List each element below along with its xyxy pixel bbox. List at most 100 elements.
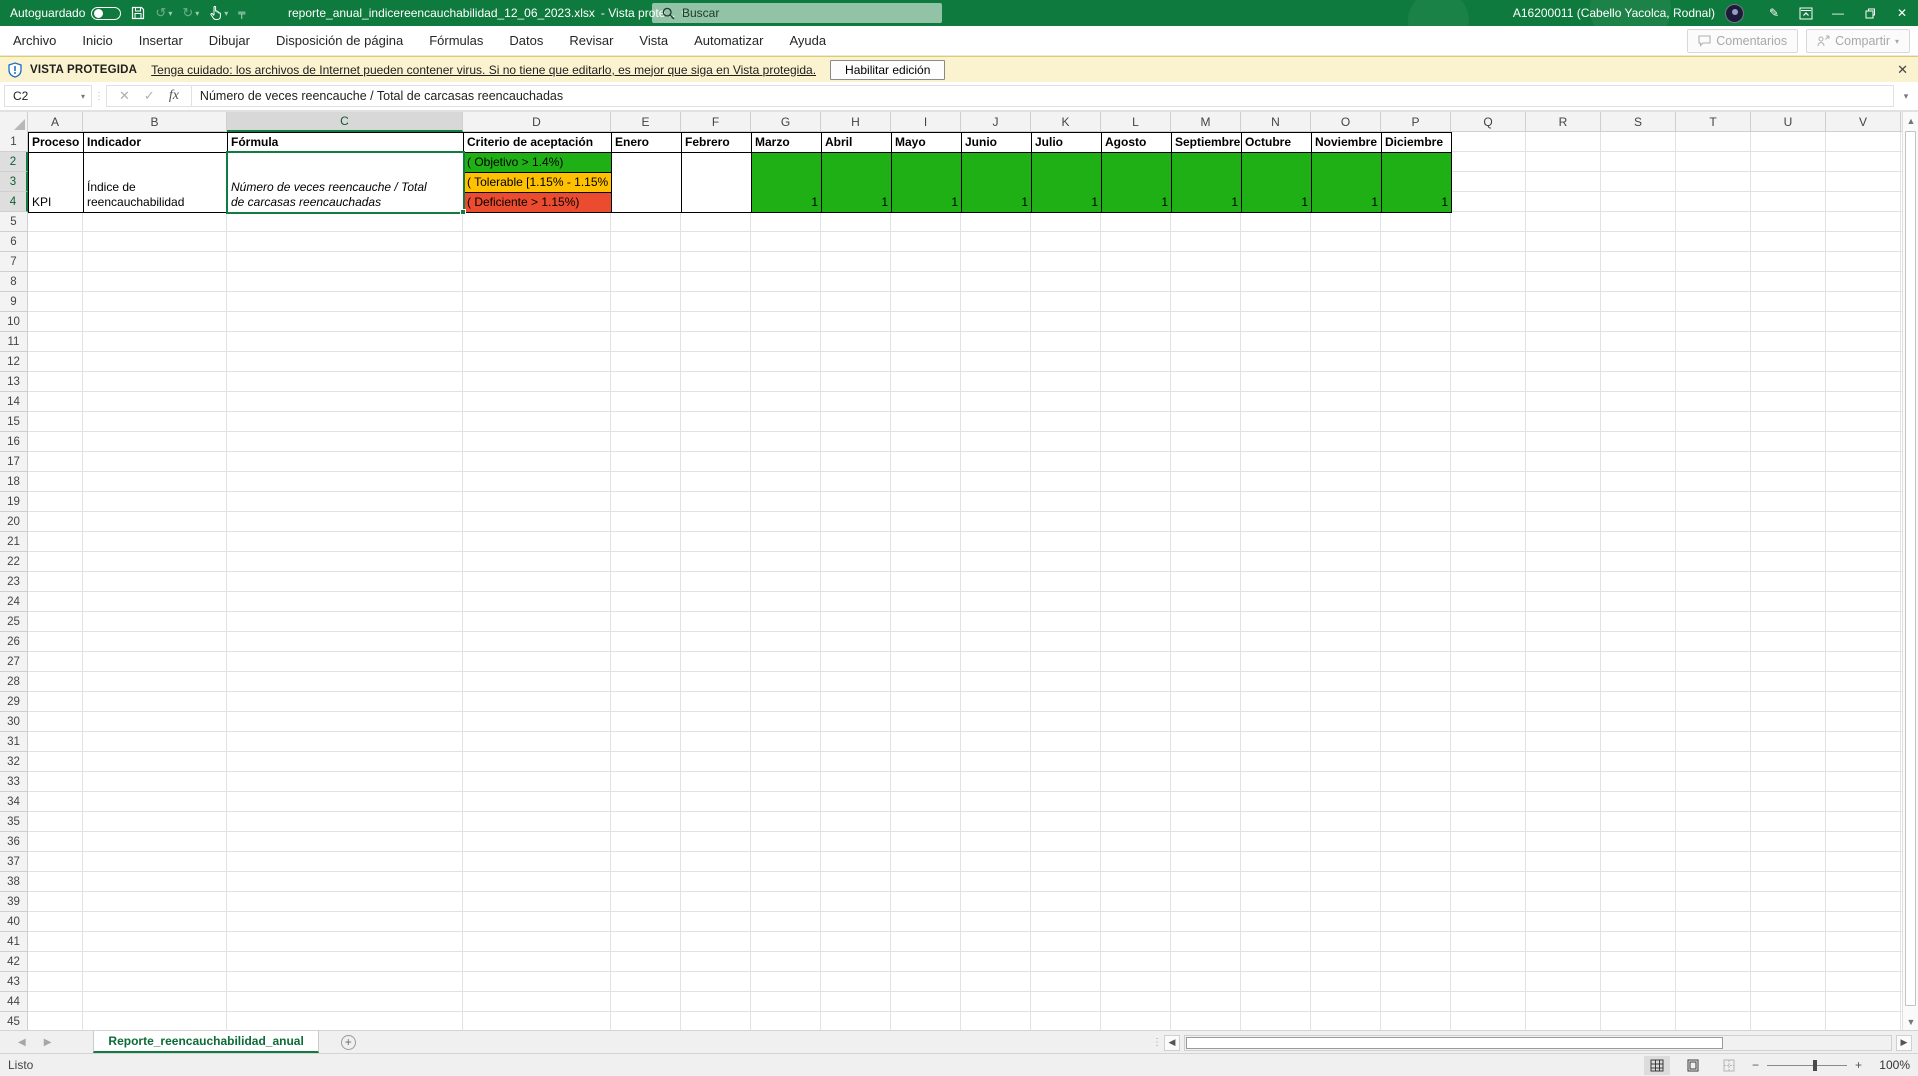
cell-L2[interactable]: 1 (1101, 152, 1172, 213)
column-header-S[interactable]: S (1601, 112, 1676, 132)
column-header-I[interactable]: I (891, 112, 961, 132)
cell-H2[interactable]: 1 (821, 152, 892, 213)
row-header-35[interactable]: 35 (0, 812, 28, 832)
ribbon-tab-disposición-de-página[interactable]: Disposición de página (263, 26, 416, 56)
comments-button[interactable]: Comentarios (1687, 29, 1798, 53)
row-header-14[interactable]: 14 (0, 392, 28, 412)
avatar[interactable] (1725, 4, 1744, 23)
cell-D2[interactable]: ( Objetivo > 1.4%) (463, 152, 612, 173)
row-header-11[interactable]: 11 (0, 332, 28, 352)
row-header-29[interactable]: 29 (0, 692, 28, 712)
row-header-17[interactable]: 17 (0, 452, 28, 472)
row-header-6[interactable]: 6 (0, 232, 28, 252)
fill-handle[interactable] (460, 209, 466, 215)
cell-O2[interactable]: 1 (1311, 152, 1382, 213)
row-header-4[interactable]: 4 (0, 192, 28, 212)
autosave-switch[interactable] (91, 7, 121, 20)
row-header-16[interactable]: 16 (0, 432, 28, 452)
column-header-V[interactable]: V (1826, 112, 1901, 132)
zoom-in-icon[interactable]: + (1855, 1058, 1862, 1072)
autosave-toggle[interactable]: Autoguardado (10, 6, 121, 20)
column-header-F[interactable]: F (681, 112, 751, 132)
cell-F2[interactable] (681, 152, 752, 213)
cell-K1[interactable]: Julio (1031, 132, 1102, 153)
cell-L1[interactable]: Agosto (1101, 132, 1172, 153)
cell-B2[interactable]: Índice dereencauchabilidad (83, 152, 228, 213)
quick-access-customize-icon[interactable]: ╤ (238, 8, 245, 19)
row-header-32[interactable]: 32 (0, 752, 28, 772)
touch-mouse-mode-icon[interactable]: ▾ (209, 6, 228, 20)
column-header-P[interactable]: P (1381, 112, 1451, 132)
row-header-39[interactable]: 39 (0, 892, 28, 912)
column-header-D[interactable]: D (463, 112, 611, 132)
banner-close-icon[interactable]: ✕ (1897, 62, 1908, 78)
row-header-41[interactable]: 41 (0, 932, 28, 952)
column-header-H[interactable]: H (821, 112, 891, 132)
column-header-E[interactable]: E (611, 112, 681, 132)
zoom-level[interactable]: 100% (1872, 1058, 1910, 1072)
row-header-7[interactable]: 7 (0, 252, 28, 272)
page-layout-view-icon[interactable] (1680, 1056, 1706, 1075)
cell-J2[interactable]: 1 (961, 152, 1032, 213)
column-header-G[interactable]: G (751, 112, 821, 132)
row-header-21[interactable]: 21 (0, 532, 28, 552)
ribbon-tab-revisar[interactable]: Revisar (556, 26, 626, 56)
page-break-view-icon[interactable] (1716, 1056, 1742, 1075)
column-header-O[interactable]: O (1311, 112, 1381, 132)
cell-C2-active[interactable]: Número de veces reencauche / Totalde car… (227, 152, 464, 213)
next-sheet-icon[interactable]: ▶ (44, 1037, 52, 1048)
ribbon-tab-insertar[interactable]: Insertar (126, 26, 196, 56)
cell-A2[interactable]: KPI (28, 152, 84, 213)
zoom-slider[interactable] (1767, 1065, 1847, 1066)
close-button[interactable]: ✕ (1886, 0, 1918, 26)
cell-B1[interactable]: Indicador (83, 132, 228, 153)
row-header-43[interactable]: 43 (0, 972, 28, 992)
cell-G1[interactable]: Marzo (751, 132, 822, 153)
cell-O1[interactable]: Noviembre (1311, 132, 1382, 153)
cell-M2[interactable]: 1 (1171, 152, 1242, 213)
row-header-22[interactable]: 22 (0, 552, 28, 572)
scroll-left-icon[interactable]: ◀ (1164, 1035, 1180, 1051)
column-header-A[interactable]: A (28, 112, 83, 132)
vertical-scroll-thumb[interactable] (1905, 131, 1916, 1006)
cancel-entry-icon[interactable]: ✕ (119, 88, 130, 104)
row-header-3[interactable]: 3 (0, 172, 28, 192)
vertical-scrollbar[interactable]: ▲ ▼ (1902, 112, 1918, 1030)
row-header-9[interactable]: 9 (0, 292, 28, 312)
cell-C1[interactable]: Fórmula (227, 132, 464, 153)
row-header-18[interactable]: 18 (0, 472, 28, 492)
cell-M1[interactable]: Septiembre (1171, 132, 1242, 153)
row-header-37[interactable]: 37 (0, 852, 28, 872)
cell-H1[interactable]: Abril (821, 132, 892, 153)
column-header-Q[interactable]: Q (1451, 112, 1526, 132)
cell-K2[interactable]: 1 (1031, 152, 1102, 213)
cell-D1[interactable]: Criterio de aceptación (463, 132, 612, 153)
column-header-T[interactable]: T (1676, 112, 1751, 132)
row-header-45[interactable]: 45 (0, 1012, 28, 1030)
minimize-button[interactable]: — (1822, 0, 1854, 26)
tab-scrollbar-splitter[interactable]: ⋮ (1152, 1037, 1160, 1048)
ribbon-tab-automatizar[interactable]: Automatizar (681, 26, 776, 56)
cell-I1[interactable]: Mayo (891, 132, 962, 153)
cell-J1[interactable]: Junio (961, 132, 1032, 153)
restore-button[interactable] (1854, 0, 1886, 26)
scroll-up-icon[interactable]: ▲ (1903, 112, 1918, 129)
row-header-34[interactable]: 34 (0, 792, 28, 812)
enable-editing-button[interactable]: Habilitar edición (830, 60, 945, 80)
ribbon-tab-inicio[interactable]: Inicio (69, 26, 125, 56)
inking-pen-icon[interactable]: ✎ (1758, 0, 1790, 26)
column-header-L[interactable]: L (1101, 112, 1171, 132)
zoom-out-icon[interactable]: − (1752, 1058, 1759, 1072)
column-header-C[interactable]: C (227, 112, 463, 132)
row-header-26[interactable]: 26 (0, 632, 28, 652)
row-header-44[interactable]: 44 (0, 992, 28, 1012)
confirm-entry-icon[interactable]: ✓ (144, 88, 155, 104)
new-sheet-icon[interactable]: + (341, 1035, 356, 1050)
ribbon-tab-archivo[interactable]: Archivo (0, 26, 69, 56)
scroll-down-icon[interactable]: ▼ (1903, 1013, 1918, 1030)
grid-canvas[interactable]: ProcesoIndicadorFórmulaCriterio de acept… (28, 132, 1902, 1030)
row-header-33[interactable]: 33 (0, 772, 28, 792)
column-header-M[interactable]: M (1171, 112, 1241, 132)
search-box[interactable]: Buscar (652, 3, 942, 23)
share-button[interactable]: Compartir ▾ (1806, 29, 1910, 53)
